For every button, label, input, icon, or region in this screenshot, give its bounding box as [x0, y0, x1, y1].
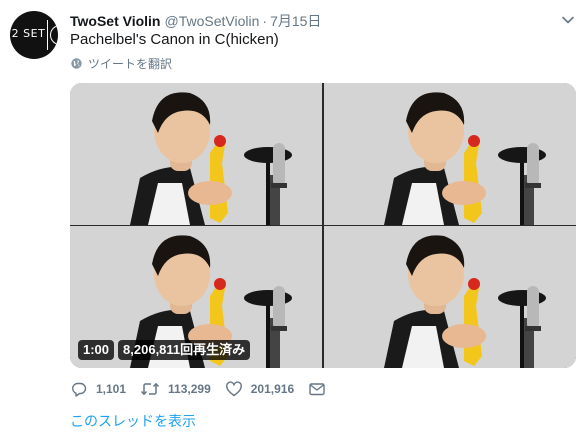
tweet-date[interactable]: 7月15日 [270, 11, 321, 31]
heart-icon [225, 381, 242, 397]
show-thread-link[interactable]: このスレッドを表示 [70, 411, 196, 431]
avatar-divider [47, 20, 48, 50]
video-overlay: 1:00 8,206,811回再生済み [78, 340, 251, 360]
video-duration: 1:00 [78, 340, 115, 360]
reply-button[interactable]: 1,101 [70, 380, 126, 398]
like-button[interactable]: 201,916 [225, 380, 294, 398]
retweet-button[interactable]: 113,299 [140, 380, 211, 398]
envelope-icon [309, 383, 325, 396]
avatar-logo-text: 2 SET [11, 27, 46, 40]
like-count: 201,916 [250, 382, 295, 396]
video-frame-top-left [70, 83, 322, 225]
video-frame-top-right [324, 83, 576, 225]
video-frame-bottom-right [324, 226, 576, 368]
header-separator: · [262, 13, 268, 29]
retweet-icon [140, 383, 160, 395]
reply-icon [72, 382, 87, 397]
globe-icon [71, 57, 82, 69]
tweet-actions: 1,101 113,299 201,916 [70, 379, 348, 399]
direct-message-button[interactable] [308, 380, 334, 398]
user-handle[interactable]: @TwoSetViolin [165, 13, 260, 29]
avatar[interactable]: 2 SET [10, 11, 58, 59]
tweet-text: Pachelbel's Canon in C(hicken) [70, 31, 279, 48]
tweet-header: TwoSet Violin @TwoSetViolin · 7月15日 [70, 11, 321, 29]
avatar-logo-mark [50, 25, 58, 45]
reply-count: 1,101 [96, 382, 127, 396]
chevron-down-icon[interactable] [561, 13, 575, 27]
translate-label: ツイートを翻訳 [88, 56, 173, 71]
video-player[interactable]: 1:00 8,206,811回再生済み [70, 83, 576, 368]
video-view-count: 8,206,811回再生済み [118, 340, 251, 360]
display-name[interactable]: TwoSet Violin [70, 13, 161, 29]
retweet-count: 113,299 [168, 382, 211, 396]
translate-tweet-link[interactable]: ツイートを翻訳 [70, 55, 172, 71]
